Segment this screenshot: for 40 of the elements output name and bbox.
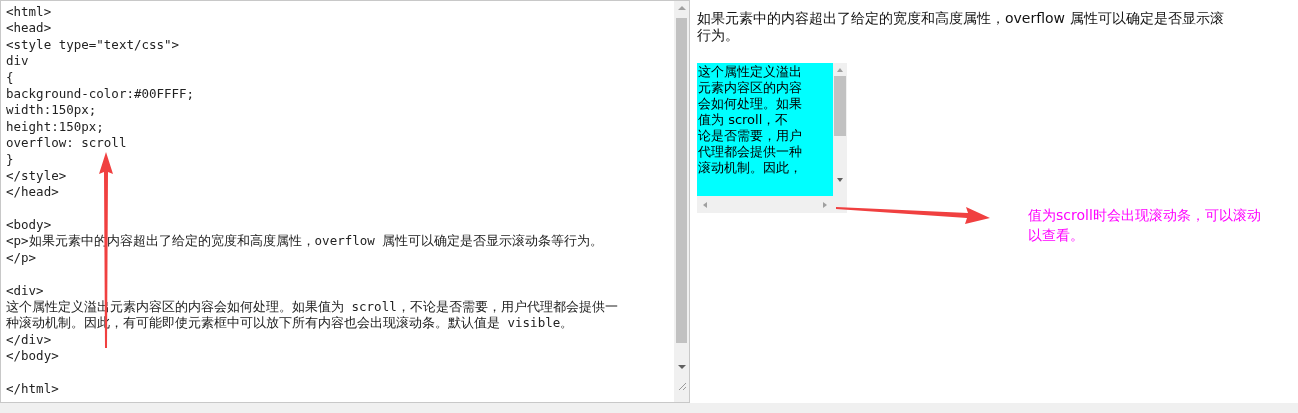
paragraph-line: 行为。 (697, 27, 739, 44)
code-line: overflow: scroll (6, 135, 127, 151)
paragraph-line: 如果元素中的内容超出了给定的宽度和高度属性，overflow 属性可以确定是否显示滚 (697, 10, 1224, 27)
box-text-line: 元素内容区的内容 (698, 80, 802, 96)
scroll-down-arrow-icon[interactable] (677, 365, 686, 369)
code-line: height:150px; (6, 118, 104, 134)
code-line: </body> (6, 348, 59, 364)
scrollbar-thumb[interactable] (676, 18, 687, 343)
box-text-line: 代理都会提供一种 (698, 144, 802, 160)
resize-grip-icon[interactable] (676, 381, 687, 391)
scroll-left-arrow-icon[interactable] (703, 201, 707, 208)
box-text-line: 滚动机制。因此， (698, 160, 802, 176)
code-line: } (6, 151, 14, 167)
scrollbar[interactable] (674, 1, 689, 402)
box-text-line: 会如何处理。如果 (698, 96, 802, 112)
code-line: <head> (6, 20, 52, 36)
scroll-down-arrow-icon[interactable] (837, 178, 843, 182)
code-line: background-color:#00FFFF; (6, 85, 195, 101)
scroll-right-arrow-icon[interactable] (823, 201, 827, 208)
annotation-text: 值为scroll时会出现滚动条，可以滚动以查看。 (1028, 206, 1262, 245)
code-line: <style type="text/css"> (6, 36, 180, 52)
horizontal-arrow-icon (836, 205, 990, 225)
code-line: width:150px; (6, 102, 97, 118)
code-line: div (6, 53, 29, 69)
scrollbar-thumb[interactable] (834, 76, 846, 136)
scroll-up-arrow-icon[interactable] (677, 6, 686, 10)
code-line: </head> (6, 184, 59, 200)
code-editor[interactable] (0, 0, 690, 403)
code-line: </div> (6, 331, 52, 347)
code-line: <div> (6, 282, 44, 298)
code-line: { (6, 69, 14, 85)
code-line: </style> (6, 167, 67, 183)
code-line: <body> (6, 217, 52, 233)
box-text-line: 论是否需要，用户 (698, 128, 802, 144)
code-line: <html> (6, 4, 52, 19)
box-text-line: 值为 scroll，不 (698, 112, 789, 128)
scroll-up-arrow-icon[interactable] (837, 68, 843, 72)
code-line: </html> (6, 381, 59, 396)
box-text-line: 这个属性定义溢出 (698, 64, 802, 80)
code-line: </p> (6, 249, 37, 265)
